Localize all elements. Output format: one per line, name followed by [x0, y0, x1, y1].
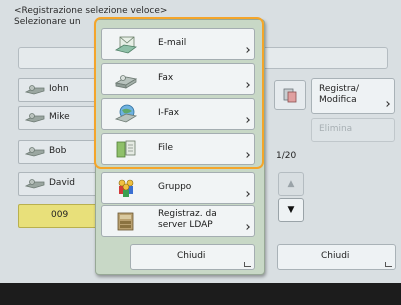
list-item-label: David — [49, 178, 75, 188]
close-button[interactable]: Chiudi — [277, 244, 396, 270]
screen: <Registrazione selezione veloce> Selezio… — [0, 0, 401, 283]
page-counter: 1/20 — [276, 151, 297, 161]
corner-arrow-icon — [384, 101, 390, 107]
menu-item-group[interactable]: Gruppo — [101, 172, 255, 204]
corner-return-icon — [244, 262, 251, 267]
bottom-status-bar — [0, 283, 401, 305]
list-item-label: Mike — [49, 112, 70, 122]
arrow-up-icon: ▲ — [287, 179, 295, 189]
register-label-line1: Registra/ — [319, 84, 360, 94]
scroll-up-button[interactable]: ▲ — [278, 172, 304, 196]
group-icon — [118, 179, 134, 197]
selection-highlight — [94, 17, 264, 169]
register-label-line2: Modifica — [319, 95, 357, 105]
ldap-label-line1: Registraz. da — [158, 209, 217, 219]
scroll-down-button[interactable]: ▼ — [278, 198, 304, 222]
popup-close-label: Chiudi — [177, 251, 206, 261]
list-item-label: 009 — [51, 210, 69, 220]
person-icon — [24, 147, 45, 157]
list-item-label: Bob — [49, 146, 67, 156]
ldap-label-line2: server LDAP — [158, 220, 213, 230]
menu-item-label: Gruppo — [158, 182, 192, 192]
list-item-label: Iohn — [49, 84, 69, 94]
person-icon — [24, 113, 45, 123]
close-label: Chiudi — [321, 251, 350, 261]
ldap-icon — [117, 212, 134, 231]
arrow-down-icon: ▼ — [287, 205, 295, 215]
person-icon — [24, 179, 45, 189]
delete-button[interactable]: Elimina — [311, 118, 395, 142]
delete-label: Elimina — [319, 124, 353, 134]
address-book-icon — [283, 88, 297, 103]
page-title: <Registrazione selezione veloce> — [14, 6, 168, 16]
corner-arrow-icon — [244, 191, 250, 197]
corner-return-icon — [385, 262, 392, 267]
address-book-button[interactable] — [274, 80, 306, 110]
menu-item-ldap[interactable]: Registraz. da server LDAP — [101, 205, 255, 237]
popup-close-button[interactable]: Chiudi — [130, 244, 255, 270]
register-edit-button[interactable]: Registra/ Modifica — [311, 78, 395, 114]
corner-arrow-icon — [244, 224, 250, 230]
menu-item-label: Registraz. da server LDAP — [158, 209, 217, 231]
person-icon — [24, 85, 45, 95]
